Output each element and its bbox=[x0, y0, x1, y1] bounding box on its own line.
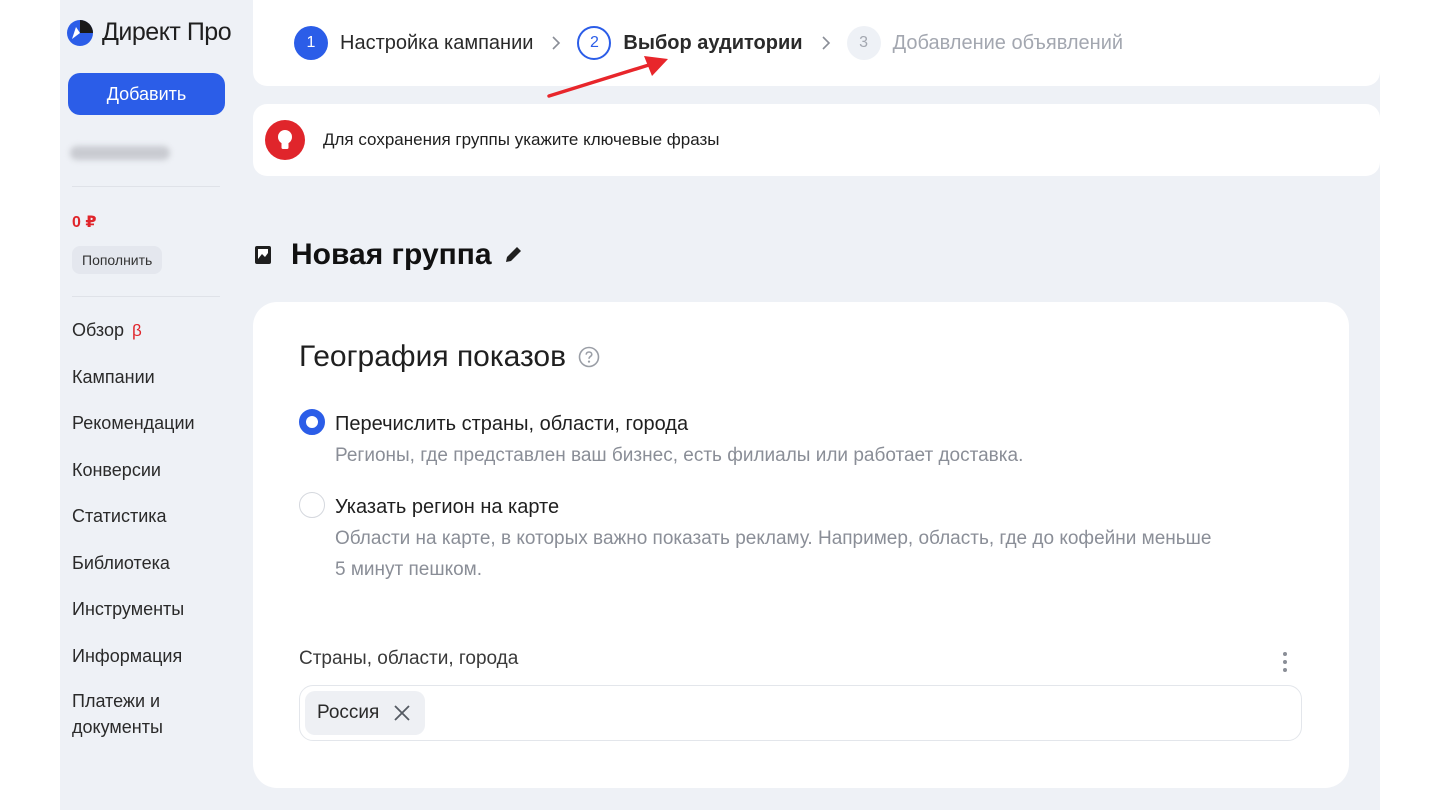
sidebar-item-label: Рекомендации bbox=[72, 413, 195, 433]
sidebar-nav: Обзор β Кампании Рекомендации Конверсии С… bbox=[72, 316, 195, 737]
sidebar-item-label: Кампании bbox=[72, 366, 155, 387]
option-list-regions[interactable]: Перечислить страны, области, города Реги… bbox=[299, 409, 1023, 471]
sidebar-item-label: Статистика bbox=[72, 506, 167, 526]
sidebar-item-tools[interactable]: Инструменты bbox=[72, 595, 195, 642]
step-label: Настройка кампании bbox=[340, 31, 534, 54]
alert-text: Для сохранения группы укажите ключевые ф… bbox=[323, 130, 720, 149]
sidebar-item-campaigns[interactable]: Кампании bbox=[72, 363, 195, 410]
help-icon[interactable] bbox=[578, 346, 600, 368]
lightbulb-icon bbox=[265, 120, 305, 160]
group-header: Новая группа bbox=[255, 238, 524, 272]
option-description: Регионы, где представлен ваш бизнес, ест… bbox=[335, 445, 1024, 466]
sidebar-item-label: Платежи и bbox=[72, 691, 161, 711]
validation-alert: Для сохранения группы укажите ключевые ф… bbox=[253, 104, 1380, 176]
radio-map-region[interactable] bbox=[299, 492, 325, 518]
sidebar-item-information[interactable]: Информация bbox=[72, 642, 195, 689]
step-label: Выбор аудитории bbox=[623, 31, 803, 54]
image-icon bbox=[255, 246, 271, 264]
divider bbox=[72, 186, 220, 187]
region-chip[interactable]: Россия bbox=[305, 691, 426, 735]
regions-field[interactable]: Россия bbox=[299, 685, 1302, 741]
logo-text: Директ Про bbox=[102, 18, 232, 46]
direct-logo-icon bbox=[67, 19, 93, 46]
sidebar-item-recommendations[interactable]: Рекомендации bbox=[72, 409, 195, 456]
sidebar-item-library[interactable]: Библиотека bbox=[72, 549, 195, 596]
annotation-arrow bbox=[547, 56, 668, 98]
chevron-right-icon bbox=[552, 36, 561, 50]
step-number: 3 bbox=[846, 26, 881, 60]
close-icon[interactable] bbox=[393, 704, 411, 722]
geo-card: География показов Перечислить страны, об… bbox=[253, 302, 1349, 788]
sidebar-item-label: Обзор bbox=[72, 320, 124, 340]
option-title: Перечислить страны, области, города bbox=[335, 413, 689, 435]
chip-label: Россия bbox=[317, 702, 380, 723]
sidebar-item-statistics[interactable]: Статистика bbox=[72, 502, 195, 549]
radio-list-regions[interactable] bbox=[299, 409, 325, 435]
logo[interactable]: Директ Про bbox=[66, 18, 232, 47]
sidebar-item-label: Информация bbox=[72, 645, 183, 666]
step-ads[interactable]: 3 Добавление объявлений bbox=[846, 26, 1124, 60]
campaign-stepper: 1 Настройка кампании 2 Выбор аудитории 3… bbox=[253, 0, 1380, 86]
sidebar-item-label: Библиотека bbox=[72, 552, 170, 573]
geo-card-title: География показов bbox=[299, 340, 567, 373]
group-title: Новая группа bbox=[291, 238, 492, 271]
step-number: 1 bbox=[294, 26, 328, 60]
option-body: Перечислить страны, области, города Реги… bbox=[335, 410, 1023, 471]
pencil-icon[interactable] bbox=[502, 244, 524, 266]
balance: 0 ₽ bbox=[72, 214, 97, 231]
app-window: Директ Про Добавить 0 ₽ Пополнить Обзор β… bbox=[60, 0, 1380, 810]
geo-card-header: География показов bbox=[299, 340, 600, 374]
regions-field-label: Страны, области, города bbox=[299, 648, 519, 669]
sidebar-item-label: Конверсии bbox=[72, 459, 161, 480]
option-description-line2: 5 минут пешком. bbox=[335, 559, 483, 580]
add-button[interactable]: Добавить bbox=[68, 73, 225, 115]
option-description-line1: Области на карте, в которых важно показа… bbox=[335, 528, 1212, 549]
sidebar-item-overview[interactable]: Обзор β bbox=[72, 316, 195, 363]
sidebar: Директ Про Добавить 0 ₽ Пополнить Обзор β… bbox=[60, 0, 240, 810]
option-title: Указать регион на карте bbox=[335, 496, 560, 518]
option-description: Области на карте, в которых важно показа… bbox=[335, 523, 1211, 585]
topup-button[interactable]: Пополнить bbox=[72, 246, 163, 274]
chevron-right-icon bbox=[822, 36, 830, 50]
option-map-region[interactable]: Указать регион на карте Области на карте… bbox=[299, 492, 1211, 585]
sidebar-item-payments[interactable]: Платежи и документы bbox=[72, 688, 195, 737]
account-name-blurred[interactable] bbox=[70, 146, 170, 160]
sidebar-item-conversions[interactable]: Конверсии bbox=[72, 456, 195, 503]
regions-input[interactable] bbox=[435, 692, 1301, 734]
option-body: Указать регион на карте Области на карте… bbox=[335, 493, 1211, 585]
sidebar-item-label: Инструменты bbox=[72, 599, 185, 619]
step-campaign-settings[interactable]: 1 Настройка кампании bbox=[294, 26, 533, 60]
sidebar-item-label-line2: документы bbox=[72, 717, 163, 737]
step-label: Добавление объявлений bbox=[892, 31, 1124, 54]
beta-badge: β bbox=[132, 321, 142, 340]
more-vertical-icon[interactable] bbox=[1273, 650, 1297, 674]
divider bbox=[72, 296, 220, 297]
